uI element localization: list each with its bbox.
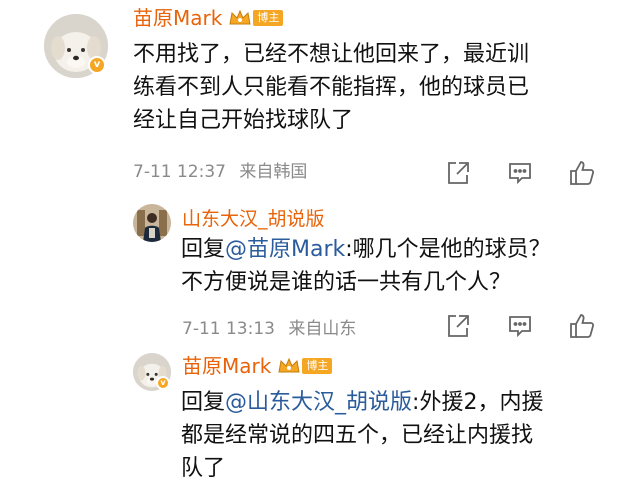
reply1-username[interactable]: 山东大汉_胡说版 bbox=[182, 207, 325, 231]
reply2-username[interactable]: 苗原Mark bbox=[182, 354, 271, 378]
reply2-text: 回复@山东大汉_胡说版:外援2，内援 都是经常说的四五个，已经让内援找 队了 bbox=[181, 386, 621, 485]
reply2-line: 队了 bbox=[181, 456, 226, 481]
share-icon bbox=[448, 162, 469, 184]
reply1-prefix: 回复 bbox=[181, 237, 226, 262]
comment1-username[interactable]: 苗原Mark bbox=[133, 6, 222, 30]
reply2-prefix: 回复 bbox=[181, 390, 226, 415]
comment-icon bbox=[509, 163, 531, 185]
reply2-line: 都是经常说的四五个，已经让内援找 bbox=[181, 423, 534, 448]
reply2-mention-link[interactable]: @山东大汉_胡说版 bbox=[225, 390, 412, 415]
like-button[interactable] bbox=[567, 312, 597, 340]
verified-badge-icon: v bbox=[156, 376, 170, 390]
comment1-header: 苗原Mark 博主 bbox=[133, 6, 284, 30]
share-icon bbox=[448, 315, 469, 337]
comment1-line: 不用找了，已经不想让他回来了，最近训 bbox=[133, 42, 530, 67]
reply1-line: 回复@苗原Mark:哪几个是他的球员？ bbox=[181, 233, 621, 266]
reply2-line: 回复@山东大汉_胡说版:外援2，内援 bbox=[181, 386, 621, 419]
comment-button[interactable] bbox=[505, 312, 535, 340]
reply1-line1-rest: :哪几个是他的球员？ bbox=[345, 237, 551, 262]
blogger-tag: 博主 bbox=[253, 10, 284, 26]
reply1-actions bbox=[443, 312, 597, 340]
share-button[interactable] bbox=[443, 312, 473, 340]
comment1-text: 不用找了，已经不想让他回来了，最近训 练看不到人只能看不能指挥，他的球员已 经让… bbox=[133, 38, 613, 137]
comment1-meta: 7-11 12:37 来自韩国 bbox=[133, 162, 307, 182]
avatar-shandong-dahan[interactable] bbox=[133, 204, 171, 242]
like-button[interactable] bbox=[567, 159, 597, 187]
comment-icon bbox=[509, 316, 531, 338]
comment1-time: 7-11 12:37 bbox=[133, 162, 226, 182]
blogger-badge: 博主 bbox=[277, 357, 333, 375]
crown-icon bbox=[278, 357, 300, 373]
like-icon bbox=[570, 314, 595, 338]
crown-icon bbox=[229, 9, 251, 25]
comment1-actions bbox=[443, 159, 597, 187]
reply1-time: 7-11 13:13 bbox=[182, 319, 275, 339]
reply1-meta: 7-11 13:13 来自山东 bbox=[182, 319, 356, 339]
blogger-tag: 博主 bbox=[302, 358, 333, 374]
person-avatar-icon bbox=[133, 204, 171, 242]
comment-button[interactable] bbox=[505, 159, 535, 187]
share-button[interactable] bbox=[443, 159, 473, 187]
comment1-line: 经让自己开始找球队了 bbox=[133, 108, 354, 133]
verified-badge-icon: v bbox=[88, 56, 106, 74]
reply1-line: 不方便说是谁的话一共有几个人？ bbox=[181, 270, 512, 295]
comment1-location: 来自韩国 bbox=[239, 162, 308, 182]
reply1-location: 来自山东 bbox=[288, 319, 357, 339]
comment1-line: 练看不到人只能看不能指挥，他的球员已 bbox=[133, 75, 530, 100]
reply1-mention-link[interactable]: @苗原Mark bbox=[225, 237, 345, 262]
reply1-text: 回复@苗原Mark:哪几个是他的球员？ 不方便说是谁的话一共有几个人？ bbox=[181, 233, 621, 299]
like-icon bbox=[570, 161, 595, 185]
reply2-line1-rest: :外援2，内援 bbox=[412, 390, 544, 415]
reply2-header: 苗原Mark 博主 bbox=[182, 354, 333, 378]
blogger-badge: 博主 bbox=[228, 9, 284, 27]
